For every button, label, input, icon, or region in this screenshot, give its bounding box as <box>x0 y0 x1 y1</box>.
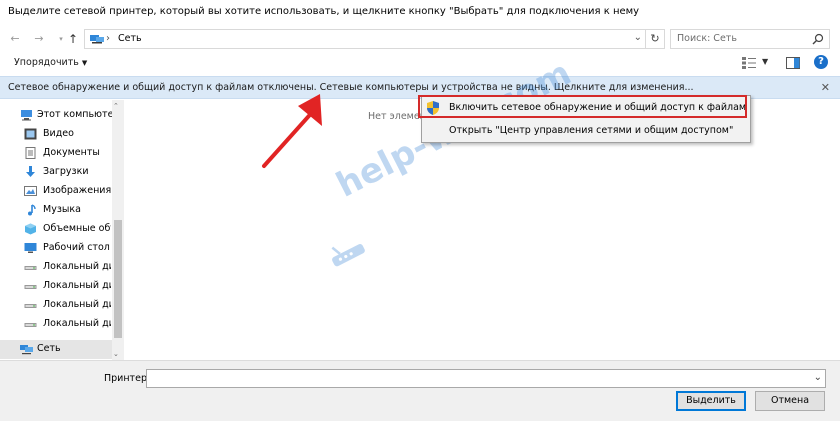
sidebar-item[interactable]: Загрузки <box>0 163 112 182</box>
desktop-icon <box>24 243 37 253</box>
forward-button[interactable]: → <box>32 31 46 47</box>
network-icon <box>20 345 33 355</box>
address-bar[interactable]: › Сеть ⌄ <box>84 29 646 49</box>
sidebar-item-label: Документы <box>43 147 100 158</box>
breadcrumb-separator: › <box>106 33 110 44</box>
sidebar-item-label: Локальный дис <box>43 280 111 291</box>
breadcrumb-network[interactable]: Сеть <box>118 33 142 44</box>
music-icon <box>28 204 36 216</box>
navigation-scrollbar[interactable]: ⌃ ⌄ <box>112 100 124 360</box>
sidebar-item-label: Этот компьютер <box>37 109 112 120</box>
sidebar-item[interactable]: Локальный дис <box>0 315 112 334</box>
scroll-up-icon[interactable]: ⌃ <box>113 102 119 110</box>
navigation-pane: Этот компьютер Видео Документы Загрузки Изоб… <box>0 100 124 360</box>
computer-icon <box>21 110 32 121</box>
address-row: ← → ▾ ↑ › Сеть ⌄ ↻ Поиск: Сеть <box>0 27 840 51</box>
command-bar: Упорядочить ▼ ▼ ? <box>0 52 840 76</box>
sidebar-item[interactable]: Сеть <box>0 340 112 359</box>
view-options-chevron-icon[interactable]: ▼ <box>762 57 768 66</box>
scroll-down-icon[interactable]: ⌄ <box>113 350 119 358</box>
sidebar-item[interactable]: Этот компьютер <box>0 106 112 125</box>
sidebar-item[interactable]: Изображения <box>0 182 112 201</box>
sidebar-item[interactable]: Рабочий стол <box>0 239 112 258</box>
help-icon[interactable]: ? <box>814 55 828 69</box>
sidebar-item[interactable]: Локальный дис <box>0 277 112 296</box>
network-icon <box>90 35 104 44</box>
preview-pane-icon[interactable] <box>786 57 800 69</box>
sidebar-item[interactable]: Локальный дис <box>0 258 112 277</box>
printer-label: Принтер <box>104 373 147 384</box>
printer-combobox[interactable]: ⌄ <box>146 369 826 388</box>
sidebar-item[interactable]: Документы <box>0 144 112 163</box>
select-button[interactable]: Выделить <box>676 391 746 411</box>
sidebar-item-label: Видео <box>43 128 74 139</box>
cancel-button[interactable]: Отмена <box>755 391 825 411</box>
window-title: Выделите сетевой принтер, который вы хот… <box>8 6 640 17</box>
drive-icon <box>24 285 37 289</box>
sidebar-item[interactable]: Локальный дис <box>0 296 112 315</box>
search-placeholder: Поиск: Сеть <box>677 33 737 44</box>
sidebar-item[interactable]: Музыка <box>0 201 112 220</box>
sidebar-item-label: Локальный дис <box>43 299 111 310</box>
sidebar-item-label: Рабочий стол <box>43 242 110 253</box>
dialog-footer: Принтер ⌄ Выделить Отмена <box>0 360 840 421</box>
address-dropdown-icon[interactable]: ⌄ <box>634 32 642 43</box>
sidebar-item-label: Изображения <box>43 185 111 196</box>
empty-folder-text: Нет элемен <box>368 111 426 122</box>
downloads-icon <box>26 166 35 177</box>
search-input[interactable]: Поиск: Сеть <box>670 29 830 49</box>
menu-item-open-network-center[interactable]: Открыть "Центр управления сетями и общим… <box>423 121 749 141</box>
menu-item-label: Открыть "Центр управления сетями и общим… <box>449 125 734 136</box>
sidebar-item-label: Локальный дис <box>43 261 111 272</box>
3d-objects-icon <box>25 223 36 235</box>
drive-icon <box>24 323 37 327</box>
sidebar-item-label: Музыка <box>43 204 81 215</box>
chevron-down-icon[interactable]: ⌄ <box>814 372 822 383</box>
sidebar-item-label: Локальный дис <box>43 318 111 329</box>
search-icon[interactable] <box>812 33 824 45</box>
up-button[interactable]: ↑ <box>66 31 80 47</box>
uac-shield-icon <box>427 101 439 115</box>
refresh-button[interactable]: ↻ <box>645 29 665 49</box>
scrollbar-thumb[interactable] <box>114 220 122 338</box>
sidebar-item[interactable]: Объемные объ <box>0 220 112 239</box>
menu-item-enable-network-discovery[interactable]: Включить сетевое обнаружение и общий дос… <box>423 98 749 118</box>
change-view-icon[interactable] <box>742 57 756 69</box>
close-icon[interactable]: ✕ <box>821 81 830 94</box>
context-menu: Включить сетевое обнаружение и общий дос… <box>421 95 751 143</box>
drive-icon <box>24 266 37 270</box>
documents-icon <box>25 147 36 159</box>
pictures-icon <box>24 186 37 196</box>
drive-icon <box>24 304 37 308</box>
sidebar-item-label: Сеть <box>37 343 61 354</box>
chevron-down-icon: ▼ <box>81 59 88 67</box>
back-button[interactable]: ← <box>8 31 22 47</box>
organize-menu-button[interactable]: Упорядочить ▼ <box>14 57 87 68</box>
info-bar-message[interactable]: Сетевое обнаружение и общий доступ к фай… <box>8 82 694 93</box>
sidebar-item[interactable]: Видео <box>0 125 112 144</box>
menu-item-label: Включить сетевое обнаружение и общий дос… <box>449 102 747 113</box>
video-icon <box>24 128 37 140</box>
sidebar-item-label: Загрузки <box>43 166 89 177</box>
organize-label: Упорядочить <box>14 57 79 68</box>
sidebar-item-label: Объемные объ <box>43 223 111 234</box>
